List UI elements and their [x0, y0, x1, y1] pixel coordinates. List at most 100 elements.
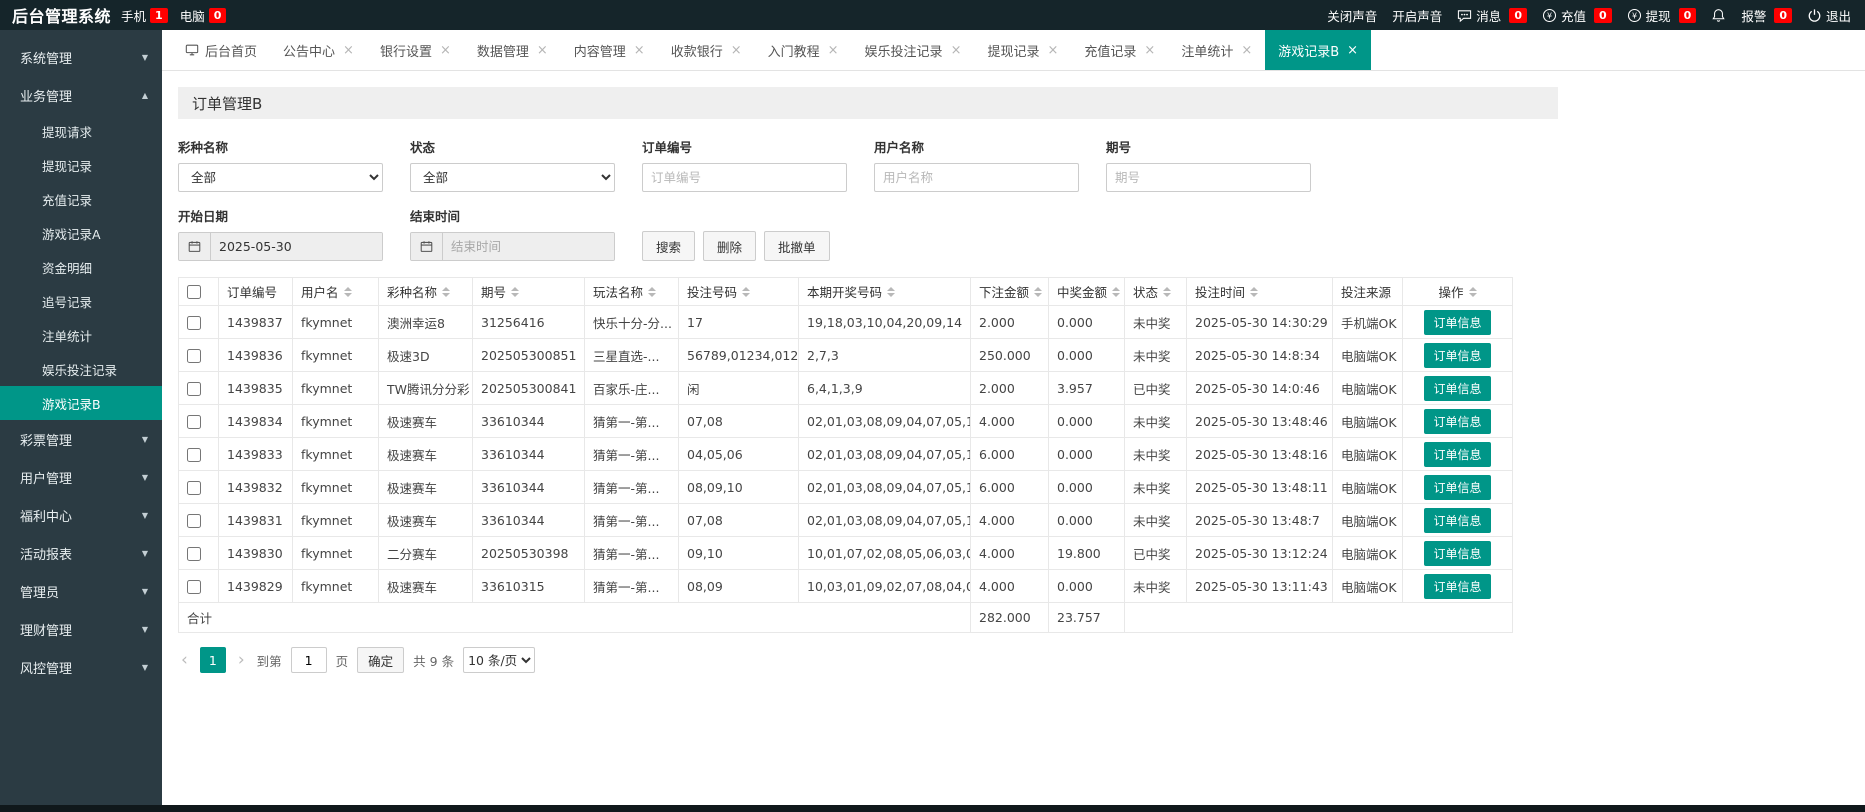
end-time-input[interactable] [443, 233, 614, 260]
pc-online-status[interactable]: 电脑 0 [180, 6, 227, 25]
column-username[interactable]: 用户名 [292, 277, 379, 306]
order-info-button[interactable]: 订单信息 [1424, 507, 1491, 533]
sidebar-group-business-management[interactable]: 业务管理 ▲ [0, 76, 162, 114]
per-page-select[interactable]: 10 条/页 [463, 647, 536, 673]
recharge-button[interactable]: ¥ 充值 0 [1542, 6, 1612, 25]
tab-close-icon[interactable]: × [828, 43, 839, 58]
row-checkbox[interactable] [187, 579, 201, 594]
column-actions[interactable]: 操作 [1402, 277, 1513, 306]
sidebar-item-funds-detail[interactable]: 资金明细 [0, 250, 162, 284]
tab-bet-statistics[interactable]: 注单统计 × [1168, 30, 1265, 70]
order-no-input[interactable] [642, 163, 847, 192]
tab-game-records-b[interactable]: 游戏记录B × [1265, 30, 1372, 70]
tab-close-icon[interactable]: × [537, 43, 548, 58]
row-checkbox[interactable] [187, 381, 201, 396]
sidebar-item-game-records-a[interactable]: 游戏记录A [0, 216, 162, 250]
order-info-button[interactable]: 订单信息 [1424, 474, 1491, 500]
row-checkbox[interactable] [187, 315, 201, 330]
tab-withdraw-records[interactable]: 提现记录 × [974, 30, 1071, 70]
row-checkbox[interactable] [187, 480, 201, 495]
sidebar-item-bet-statistics[interactable]: 注单统计 [0, 318, 162, 352]
sort-icon[interactable] [1112, 286, 1121, 297]
select-all-checkbox[interactable] [187, 285, 201, 300]
tab-receiving-bank[interactable]: 收款银行 × [658, 30, 755, 70]
notifications-button[interactable] [1711, 8, 1726, 23]
lottery-name-select[interactable]: 全部 [178, 163, 383, 192]
tab-home[interactable]: 后台首页 [172, 30, 270, 70]
sort-icon[interactable] [1034, 286, 1043, 297]
tab-bank-settings[interactable]: 银行设置 × [367, 30, 464, 70]
user-name-input[interactable] [874, 163, 1079, 192]
tab-entertainment-bet-records[interactable]: 娱乐投注记录 × [852, 30, 975, 70]
goto-confirm-button[interactable]: 确定 [357, 647, 405, 673]
tab-data-management[interactable]: 数据管理 × [464, 30, 561, 70]
sort-icon[interactable] [1163, 286, 1172, 297]
tab-close-icon[interactable]: × [1241, 43, 1252, 58]
sidebar-group-user-management[interactable]: 用户管理 ▼ [0, 458, 162, 496]
row-checkbox[interactable] [187, 546, 201, 561]
tab-close-icon[interactable]: × [343, 43, 354, 58]
sidebar-item-withdraw-records[interactable]: 提现记录 [0, 148, 162, 182]
column-play-name[interactable]: 玩法名称 [584, 277, 679, 306]
tab-content-management[interactable]: 内容管理 × [561, 30, 658, 70]
column-status[interactable]: 状态 [1124, 277, 1187, 306]
tab-close-icon[interactable]: × [440, 43, 451, 58]
withdraw-button[interactable]: ¥ 提现 0 [1627, 6, 1697, 25]
sidebar-group-system-management[interactable]: 系统管理 ▼ [0, 38, 162, 76]
alarm-button[interactable]: 报警 0 [1741, 6, 1792, 25]
sidebar-group-risk-management[interactable]: 风控管理 ▼ [0, 648, 162, 686]
sidebar-item-game-records-b[interactable]: 游戏记录B [0, 386, 162, 420]
sort-icon[interactable] [442, 286, 451, 297]
sidebar-group-activity-reports[interactable]: 活动报表 ▼ [0, 534, 162, 572]
tab-announcement-center[interactable]: 公告中心 × [270, 30, 367, 70]
sort-icon[interactable] [1468, 286, 1477, 297]
row-checkbox[interactable] [187, 348, 201, 363]
tab-close-icon[interactable]: × [731, 43, 742, 58]
row-checkbox[interactable] [187, 414, 201, 429]
page-number-button[interactable]: 1 [199, 647, 226, 673]
phone-online-status[interactable]: 手机 1 [121, 6, 168, 25]
goto-page-input[interactable] [290, 647, 327, 673]
tab-close-icon[interactable]: × [1144, 43, 1155, 58]
sort-icon[interactable] [742, 286, 751, 297]
sidebar-item-recharge-records[interactable]: 充值记录 [0, 182, 162, 216]
column-bet-time[interactable]: 投注时间 [1186, 277, 1333, 306]
start-date-input[interactable] [211, 233, 382, 260]
column-draw-numbers[interactable]: 本期开奖号码 [798, 277, 971, 306]
column-issue-no[interactable]: 期号 [472, 277, 585, 306]
tab-close-icon[interactable]: × [634, 43, 645, 58]
order-info-button[interactable]: 订单信息 [1424, 540, 1491, 566]
sort-icon[interactable] [343, 286, 352, 297]
issue-no-input[interactable] [1106, 163, 1311, 192]
sidebar-item-entertainment-bet-records[interactable]: 娱乐投注记录 [0, 352, 162, 386]
column-lottery-name[interactable]: 彩种名称 [378, 277, 473, 306]
sidebar-group-finance-management[interactable]: 理财管理 ▼ [0, 610, 162, 648]
sidebar-group-lottery-management[interactable]: 彩票管理 ▼ [0, 420, 162, 458]
prev-page-button[interactable]: ‹ [178, 651, 191, 669]
batch-cancel-button[interactable]: 批撤单 [764, 231, 830, 261]
delete-button[interactable]: 删除 [703, 231, 757, 261]
status-select[interactable]: 全部 [410, 163, 615, 192]
sidebar-group-administrators[interactable]: 管理员 ▼ [0, 572, 162, 610]
order-info-button[interactable]: 订单信息 [1424, 375, 1491, 401]
sidebar-item-chase-number-records[interactable]: 追号记录 [0, 284, 162, 318]
tab-beginner-tutorial[interactable]: 入门教程 × [755, 30, 852, 70]
search-button[interactable]: 搜索 [642, 231, 696, 261]
sidebar-item-withdraw-requests[interactable]: 提现请求 [0, 114, 162, 148]
next-page-button[interactable]: › [235, 651, 248, 669]
column-bet-amount[interactable]: 下注金额 [970, 277, 1049, 306]
tab-recharge-records[interactable]: 充值记录 × [1071, 30, 1168, 70]
sidebar-group-welfare-center[interactable]: 福利中心 ▼ [0, 496, 162, 534]
sort-icon[interactable] [648, 286, 657, 297]
column-bet-numbers[interactable]: 投注号码 [678, 277, 799, 306]
open-sound-button[interactable]: 开启声音 [1392, 6, 1442, 25]
sort-icon[interactable] [887, 286, 896, 297]
tab-close-icon[interactable]: × [1347, 43, 1358, 58]
order-info-button[interactable]: 订单信息 [1424, 342, 1491, 368]
logout-button[interactable]: 退出 [1807, 6, 1851, 25]
row-checkbox[interactable] [187, 513, 201, 528]
close-sound-button[interactable]: 关闭声音 [1327, 6, 1377, 25]
order-info-button[interactable]: 订单信息 [1424, 408, 1491, 434]
messages-button[interactable]: 消息 0 [1457, 6, 1527, 25]
order-info-button[interactable]: 订单信息 [1424, 309, 1491, 335]
